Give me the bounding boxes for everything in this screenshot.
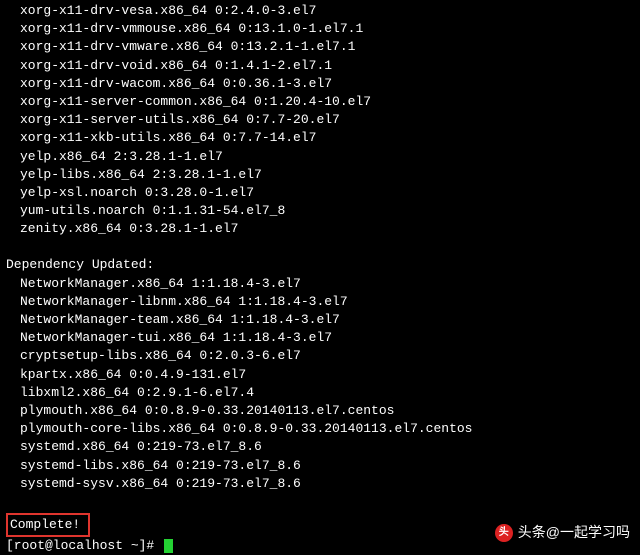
package-line: systemd-libs.x86_64 0:219-73.el7_8.6	[6, 457, 634, 475]
package-line: xorg-x11-drv-void.x86_64 0:1.4.1-2.el7.1	[6, 57, 634, 75]
package-line: zenity.x86_64 0:3.28.1-1.el7	[6, 220, 634, 238]
blank-line	[6, 493, 634, 511]
blank-line	[6, 238, 634, 256]
complete-highlight-box: Complete!	[6, 513, 90, 537]
package-line: libxml2.x86_64 0:2.9.1-6.el7.4	[6, 384, 634, 402]
dependency-updated-header: Dependency Updated:	[6, 256, 634, 274]
package-line: xorg-x11-drv-wacom.x86_64 0:0.36.1-3.el7	[6, 75, 634, 93]
package-line: xorg-x11-xkb-utils.x86_64 0:7.7-14.el7	[6, 129, 634, 147]
package-list-top: xorg-x11-drv-vesa.x86_64 0:2.4.0-3.el7xo…	[6, 2, 634, 238]
package-line: systemd-sysv.x86_64 0:219-73.el7_8.6	[6, 475, 634, 493]
watermark: 头 头条@一起学习吗	[495, 523, 630, 543]
package-line: NetworkManager-libnm.x86_64 1:1.18.4-3.e…	[6, 293, 634, 311]
package-line: yelp-xsl.noarch 0:3.28.0-1.el7	[6, 184, 634, 202]
package-line: plymouth.x86_64 0:0.8.9-0.33.20140113.el…	[6, 402, 634, 420]
package-line: xorg-x11-drv-vmmouse.x86_64 0:13.1.0-1.e…	[6, 20, 634, 38]
package-line: yelp-libs.x86_64 2:3.28.1-1.el7	[6, 166, 634, 184]
package-line: NetworkManager.x86_64 1:1.18.4-3.el7	[6, 275, 634, 293]
package-line: xorg-x11-drv-vesa.x86_64 0:2.4.0-3.el7	[6, 2, 634, 20]
package-line: NetworkManager-tui.x86_64 1:1.18.4-3.el7	[6, 329, 634, 347]
package-line: cryptsetup-libs.x86_64 0:2.0.3-6.el7	[6, 347, 634, 365]
package-list-dependency: NetworkManager.x86_64 1:1.18.4-3.el7Netw…	[6, 275, 634, 493]
package-line: plymouth-core-libs.x86_64 0:0.8.9-0.33.2…	[6, 420, 634, 438]
watermark-text: 头条@一起学习吗	[518, 523, 630, 543]
package-line: kpartx.x86_64 0:0.4.9-131.el7	[6, 366, 634, 384]
complete-text: Complete!	[10, 517, 80, 532]
package-line: xorg-x11-drv-vmware.x86_64 0:13.2.1-1.el…	[6, 38, 634, 56]
package-line: xorg-x11-server-common.x86_64 0:1.20.4-1…	[6, 93, 634, 111]
package-line: systemd.x86_64 0:219-73.el7_8.6	[6, 438, 634, 456]
package-line: yum-utils.noarch 0:1.1.31-54.el7_8	[6, 202, 634, 220]
package-line: NetworkManager-team.x86_64 1:1.18.4-3.el…	[6, 311, 634, 329]
watermark-logo-icon: 头	[495, 524, 513, 542]
package-line: yelp.x86_64 2:3.28.1-1.el7	[6, 148, 634, 166]
package-line: xorg-x11-server-utils.x86_64 0:7.7-20.el…	[6, 111, 634, 129]
